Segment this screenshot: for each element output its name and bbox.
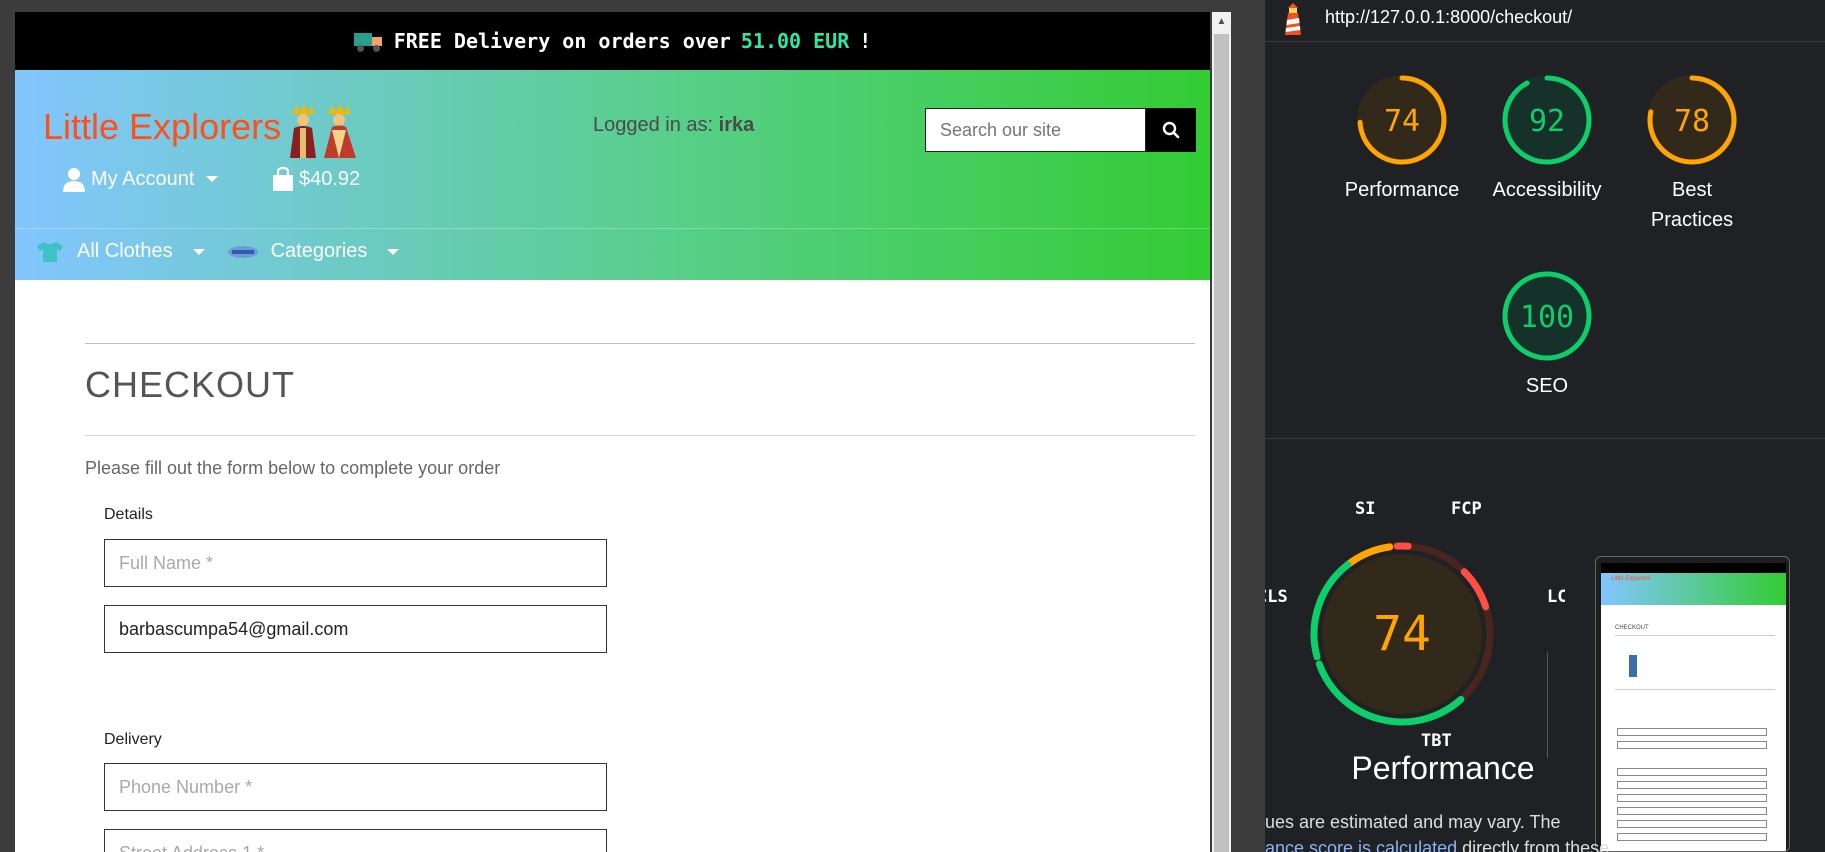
browser-viewport-pane: FREE Delivery on orders over 51.00 EUR !… — [0, 0, 1265, 852]
page-screenshot-thumbnail[interactable]: Little Explorers CHECKOUT — [1595, 556, 1790, 852]
checkout-intro: Please fill out the form below to comple… — [85, 458, 501, 478]
gauge-value: 92 — [1529, 104, 1565, 139]
performance-gauge: 74 — [1357, 75, 1447, 165]
nav-categories-label: Categories — [270, 240, 368, 262]
shopping-bag-link[interactable]: $40.92 — [271, 166, 360, 192]
search-icon — [1162, 121, 1180, 139]
logged-in-label: Logged in as: — [593, 114, 714, 136]
score-gauge-performance[interactable]: 74 Performance — [1332, 70, 1472, 205]
nav-all-clothes[interactable]: All Clothes — [35, 240, 205, 263]
search-input[interactable] — [925, 108, 1146, 152]
metric-label-tbt[interactable]: TBT — [1421, 731, 1452, 750]
my-account-dropdown[interactable]: My Account — [61, 166, 219, 192]
email-field[interactable]: barbascumpa54@gmail.com — [104, 605, 607, 653]
gauge-label: Best Practices — [1650, 179, 1734, 231]
king-queen-logo-icon — [290, 104, 356, 158]
bag-total: $40.92 — [299, 167, 361, 190]
score-gauge-accessibility[interactable]: 92 Accessibility — [1477, 70, 1617, 205]
score-calculation-rest-text: directly from these — [1457, 838, 1610, 852]
seo-gauge: 100 — [1502, 271, 1592, 361]
logged-in-status: Logged in as: irka — [593, 114, 754, 137]
performance-heading: Performance — [1351, 750, 1535, 786]
report-url[interactable]: http://127.0.0.1:8000/checkout/ — [1325, 7, 1572, 28]
gauge-value: 74 — [1384, 104, 1420, 139]
score-gauge-seo[interactable]: 100 SEO — [1477, 266, 1617, 401]
site-header: Little Explorers Logged in as: irka Sear… — [15, 70, 1210, 280]
lighthouse-icon — [1285, 3, 1301, 35]
banner-amount: 51.00 EUR — [740, 29, 850, 53]
metric-label-si[interactable]: SI — [1355, 500, 1375, 519]
thumbnail-title: CHECKOUT — [1615, 625, 1649, 631]
divider — [85, 343, 1195, 344]
nav-divider — [15, 228, 1210, 229]
site-logo[interactable]: Little Explorers — [43, 106, 281, 148]
gauge-label: Performance — [1344, 179, 1460, 201]
nav-categories[interactable]: Categories — [227, 240, 400, 263]
score-calculation-link-text[interactable]: ance score is calculated — [1265, 838, 1457, 852]
jeans-thumbnail-icon — [1629, 655, 1637, 677]
logged-in-username: irka — [718, 114, 755, 136]
delivery-legend: Delivery — [104, 731, 162, 748]
metric-label-fcp[interactable]: FCP — [1451, 500, 1482, 519]
chevron-down-icon — [192, 248, 205, 255]
scroll-up-arrow-icon[interactable]: ▲ — [1212, 12, 1231, 31]
divider — [85, 435, 1195, 436]
page-scrollbar[interactable]: ▲ — [1212, 12, 1231, 852]
my-account-label: My Account — [91, 167, 195, 190]
search-button[interactable] — [1146, 108, 1196, 152]
score-estimate-note: ues are estimated and may vary. The — [1265, 812, 1561, 832]
chevron-down-icon — [206, 176, 219, 182]
banner-suffix: ! — [859, 29, 872, 53]
free-delivery-banner: FREE Delivery on orders over 51.00 EUR ! — [15, 12, 1210, 70]
lighthouse-topbar: http://127.0.0.1:8000/checkout/ — [1265, 0, 1825, 42]
accessibility-gauge: 92 — [1502, 75, 1592, 165]
score-gauge-best-practices[interactable]: 78 Best Practices — [1622, 70, 1762, 235]
gauge-label: Accessibility — [1492, 179, 1602, 201]
page-viewport: FREE Delivery on orders over 51.00 EUR !… — [15, 12, 1210, 852]
shopping-bag-icon — [273, 166, 293, 191]
section-divider — [1265, 438, 1825, 439]
chevron-down-icon — [387, 248, 400, 255]
delivery-truck-icon — [353, 31, 384, 52]
metric-label-lcp[interactable]: LCP — [1547, 587, 1565, 607]
user-icon — [63, 168, 85, 192]
page-title: CHECKOUT — [85, 364, 296, 405]
thumbnail-logo: Little Explorers — [1611, 576, 1651, 582]
details-legend: Details — [104, 506, 153, 523]
best-practices-gauge: 78 — [1647, 75, 1737, 165]
performance-score: 74 — [1373, 606, 1431, 662]
performance-metrics-gauge: 74 SI FCP LCP TBT CLS — [1265, 500, 1565, 750]
main-nav: All Clothes Categories — [35, 240, 400, 263]
vertical-divider — [1547, 652, 1548, 758]
scrollbar-thumb[interactable] — [1214, 34, 1229, 852]
categories-icon — [227, 245, 258, 258]
banner-text: FREE Delivery on orders over — [393, 29, 731, 53]
full-name-field[interactable]: Full Name * — [104, 539, 607, 587]
phone-number-field[interactable]: Phone Number * — [104, 763, 607, 811]
nav-all-clothes-label: All Clothes — [77, 240, 173, 262]
gauge-value: 100 — [1520, 300, 1574, 335]
gauge-value: 78 — [1674, 104, 1710, 139]
site-search — [925, 108, 1196, 152]
score-calculation-link[interactable]: ance score is calculated directly from t… — [1265, 838, 1609, 852]
tshirt-icon — [37, 241, 63, 262]
street-address-1-field[interactable]: Street Address 1 * — [104, 829, 607, 852]
gauge-label: SEO — [1525, 375, 1569, 397]
lighthouse-report-pane: http://127.0.0.1:8000/checkout/ 74 Perfo… — [1265, 0, 1825, 852]
metric-label-cls[interactable]: CLS — [1265, 587, 1288, 607]
